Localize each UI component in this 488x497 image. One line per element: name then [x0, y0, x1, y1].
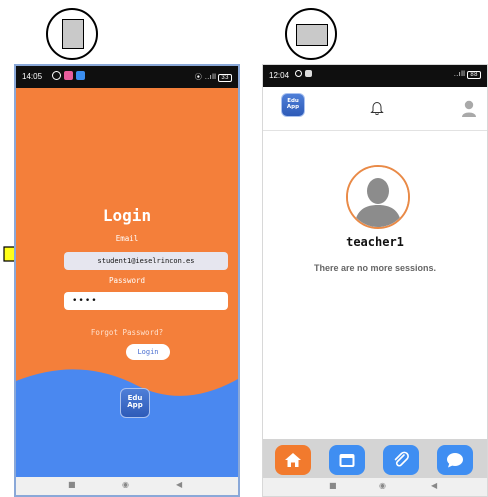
recent-apps-button[interactable]: ■	[68, 480, 76, 489]
paperclip-icon	[394, 451, 409, 467]
chat-icon	[447, 453, 463, 468]
notification-icons	[295, 70, 312, 77]
bottom-tab-bar	[263, 439, 487, 481]
system-nav-bar: ■ ◉ ◀	[263, 478, 487, 496]
alarm-icon	[52, 71, 61, 80]
signal-status: ..ıll 88	[454, 71, 481, 79]
status-time: 14:05	[22, 72, 43, 81]
home-phone-screen: 12:04 ..ıll 88 Edu App teacher1 There are…	[262, 64, 488, 497]
recent-apps-button[interactable]: ■	[329, 481, 337, 490]
user-profile-icon[interactable]	[461, 99, 477, 117]
message-notification-icon	[305, 70, 312, 77]
home-tab-button[interactable]	[275, 445, 311, 475]
back-nav-button[interactable]: ◀	[176, 480, 182, 489]
forgot-password-link[interactable]: Forgot Password?	[16, 328, 238, 337]
message-notification-icon	[76, 71, 85, 80]
status-bar: 12:04 ..ıll 88	[263, 65, 487, 87]
home-nav-button[interactable]: ◉	[379, 481, 386, 490]
password-field[interactable]: ••••	[64, 292, 228, 310]
signal-status: ⦿ ..ıll 33	[195, 72, 232, 82]
home-nav-button[interactable]: ◉	[122, 480, 129, 489]
password-label: Password	[108, 276, 146, 285]
app-notification-icon	[295, 70, 302, 77]
notification-icons	[52, 71, 85, 80]
eduapp-logo[interactable]: Edu App	[281, 93, 305, 117]
calendar-icon	[339, 454, 355, 467]
landscape-orientation-icon	[285, 8, 337, 60]
avatar	[346, 165, 410, 229]
login-background: Login Email student1@ieselrincon.es Pass…	[16, 88, 238, 481]
calendar-tab-button[interactable]	[329, 445, 365, 475]
home-icon	[285, 453, 301, 467]
back-nav-button[interactable]: ◀	[431, 481, 437, 490]
page-title: Login	[102, 206, 152, 225]
battery-icon: 88	[467, 71, 481, 79]
email-field[interactable]: student1@ieselrincon.es	[64, 252, 228, 270]
portrait-orientation-icon	[46, 8, 98, 60]
chat-tab-button[interactable]	[437, 445, 473, 475]
login-phone-screen: 14:05 ⦿ ..ıll 33 Login Email student1@ies…	[14, 64, 240, 497]
email-label: Email	[115, 234, 139, 243]
bell-icon[interactable]	[370, 100, 384, 116]
login-button[interactable]: Login	[126, 344, 170, 360]
app-header: Edu App	[263, 87, 487, 131]
battery-icon: 33	[218, 74, 232, 82]
status-bar: 14:05 ⦿ ..ıll 33	[16, 66, 238, 88]
status-time: 12:04	[269, 71, 290, 80]
username: teacher1	[346, 235, 404, 249]
system-nav-bar: ■ ◉ ◀	[16, 477, 238, 495]
no-sessions-message: There are no more sessions.	[313, 263, 437, 273]
app-notification-icon	[64, 71, 73, 80]
default-user-avatar-icon	[348, 167, 408, 227]
eduapp-logo: Edu App	[120, 388, 150, 418]
attachments-tab-button[interactable]	[383, 445, 419, 475]
blue-wave-background	[16, 369, 238, 481]
